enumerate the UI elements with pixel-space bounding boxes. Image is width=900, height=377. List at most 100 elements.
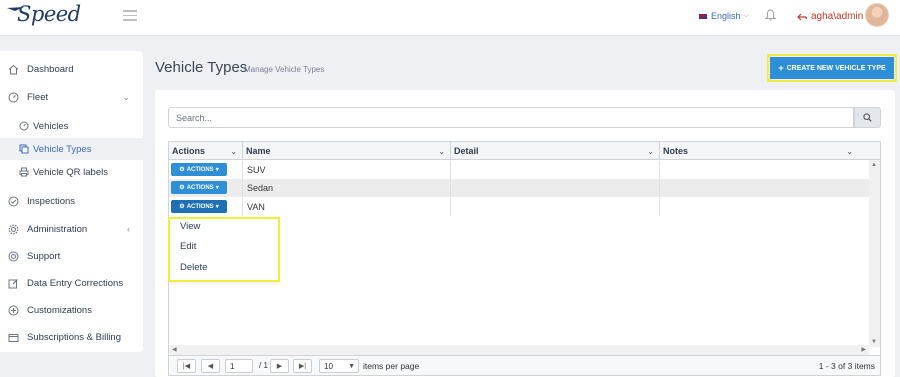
actions-label: ACTIONS [186, 166, 214, 173]
sidebar-item-vehicle-types[interactable]: Vehicle Types [0, 138, 143, 160]
caret-down-icon: ▾ [215, 185, 219, 191]
last-page-button[interactable]: ▶| [293, 359, 312, 373]
chevron-down-icon[interactable]: ⌄ [647, 147, 654, 156]
sidebar-item-dashboard[interactable]: Dashboard [0, 58, 143, 80]
actions-button[interactable]: ⚙ ACTIONS ▾ [171, 181, 227, 194]
top-header: Speed English ⌵ agha\admin [0, 0, 900, 36]
search-box [168, 107, 854, 128]
actions-label: ACTIONS [186, 203, 214, 210]
sidebar-item-fleet[interactable]: Fleet ⌄ [0, 86, 143, 108]
next-page-button[interactable]: ▶ [270, 359, 289, 373]
page-subtitle: Manage Vehicle Types [244, 65, 325, 74]
page-size-value: 10 [324, 361, 333, 371]
column-header-detail[interactable]: Detail ⌄ [451, 142, 660, 160]
sidebar-item-vehicles[interactable]: Vehicles [0, 115, 143, 137]
menu-item-edit[interactable]: Edit [180, 241, 196, 252]
scroll-down-icon[interactable]: ▼ [871, 339, 877, 345]
sidebar-item-data-entry-corrections[interactable]: Data Entry Corrections [0, 272, 143, 294]
scroll-up-icon[interactable]: ▲ [871, 162, 877, 168]
column-header-notes[interactable]: Notes ⌄ [660, 142, 858, 160]
last-page-icon: ▶| [298, 363, 307, 370]
bell-icon[interactable] [765, 9, 776, 21]
menu-toggle-icon[interactable] [123, 10, 137, 22]
sidebar-item-subscriptions-billing[interactable]: Subscriptions & Billing [0, 326, 143, 348]
first-page-icon: |◀ [182, 363, 191, 370]
actions-button[interactable]: ⚙ ACTIONS ▾ [171, 163, 227, 176]
column-header-name[interactable]: Name ⌄ [243, 142, 451, 160]
menu-item-delete[interactable]: Delete [180, 262, 207, 273]
chevron-down-icon[interactable]: ⌄ [438, 147, 445, 156]
caret-down-icon: ▾ [215, 167, 219, 173]
sidebar-item-label: Subscriptions & Billing [27, 331, 121, 343]
search-button[interactable] [854, 107, 881, 128]
sidebar-item-vehicle-qr-labels[interactable]: Vehicle QR labels [0, 161, 143, 183]
chevron-down-icon[interactable]: ⌄ [230, 147, 237, 156]
notes-cell [660, 161, 869, 179]
grid-pager: |◀ ◀ 1 / 1 ▶ ▶| 10 ▼ items per page 1 - … [168, 356, 881, 376]
gear-icon: ⚙ [179, 185, 185, 191]
table-row: ⚙ ACTIONS ▾ Sedan [169, 179, 869, 197]
copy-icon [18, 144, 29, 155]
plus-circle-icon [8, 305, 19, 316]
gear-icon: ⚙ [179, 204, 185, 210]
language-label: English [711, 11, 741, 21]
menu-item-view[interactable]: View [180, 221, 200, 232]
vertical-scrollbar[interactable]: ▲ ▼ [869, 160, 880, 347]
chevron-down-icon: ⌵ [743, 12, 749, 19]
wallet-icon [8, 332, 19, 343]
sidebar-item-support[interactable]: Support [0, 245, 143, 267]
actions-cell: ⚙ ACTIONS ▾ [169, 198, 243, 216]
sidebar-item-label: Vehicle QR labels [33, 166, 108, 178]
actions-cell: ⚙ ACTIONS ▾ [169, 161, 243, 179]
plus-icon: + [778, 63, 784, 73]
table-row: ⚙ ACTIONS ▾ VAN [169, 198, 869, 216]
scroll-left-icon[interactable]: ◀ [172, 346, 177, 353]
name-cell: SUV [243, 161, 451, 179]
detail-cell [451, 179, 660, 197]
prev-page-icon: ◀ [207, 363, 214, 370]
page-size-select[interactable]: 10 ▼ [319, 359, 359, 373]
name-cell: Sedan [243, 179, 451, 197]
chevron-down-icon: ⌄ [122, 91, 130, 102]
speed-logo[interactable]: Speed [6, 2, 86, 28]
sidebar-item-label: Customizations [27, 304, 92, 316]
actions-dropdown-menu: View Edit Delete [168, 217, 280, 282]
search-icon [863, 113, 872, 122]
sidebar-item-customizations[interactable]: Customizations [0, 299, 143, 321]
language-selector[interactable]: English ⌵ [698, 11, 749, 21]
actions-label: ACTIONS [186, 184, 214, 191]
page-title: Vehicle Types [155, 59, 248, 76]
speedometer-icon [18, 121, 29, 132]
chevron-left-icon: ‹ [127, 224, 130, 234]
support-icon [8, 251, 19, 262]
column-header-actions[interactable]: Actions ⌄ [169, 142, 243, 160]
sidebar-item-inspections[interactable]: Inspections [0, 190, 143, 212]
search-input[interactable] [169, 108, 853, 127]
sidebar-item-label: Fleet [27, 91, 49, 103]
grid-header: Actions ⌄ Name ⌄ Detail ⌄ Notes ⌄ [169, 142, 880, 160]
sidebar: Dashboard Fleet ⌄ Vehicles Vehicle Types… [0, 51, 143, 352]
user-menu[interactable]: agha\admin [797, 11, 863, 22]
notes-cell [660, 179, 869, 197]
prev-page-button[interactable]: ◀ [201, 359, 220, 373]
caret-down-icon: ▾ [215, 204, 219, 210]
next-page-icon: ▶ [276, 363, 283, 370]
create-button-label: CREATE NEW VEHICLE TYPE [786, 64, 886, 72]
avatar[interactable] [865, 3, 889, 27]
sidebar-item-label: Administration [27, 223, 88, 235]
page-input[interactable]: 1 [225, 359, 253, 373]
logo-text: Speed [17, 2, 81, 26]
chevron-down-icon[interactable]: ⌄ [846, 147, 853, 156]
column-label: Actions [172, 146, 206, 156]
column-label: Name [246, 146, 271, 156]
items-per-page-label: items per page [363, 361, 420, 371]
detail-cell [451, 198, 660, 216]
sidebar-item-administration[interactable]: Administration ‹ [0, 218, 143, 240]
create-vehicle-type-button[interactable]: + CREATE NEW VEHICLE TYPE [767, 54, 897, 82]
sidebar-item-label: Support [27, 250, 61, 262]
sidebar-item-label: Dashboard [27, 63, 74, 75]
horizontal-scrollbar[interactable]: ◀ ▶ [169, 345, 869, 355]
actions-button[interactable]: ⚙ ACTIONS ▾ [171, 200, 227, 213]
scroll-right-icon[interactable]: ▶ [861, 346, 866, 353]
first-page-button[interactable]: |◀ [177, 359, 196, 373]
